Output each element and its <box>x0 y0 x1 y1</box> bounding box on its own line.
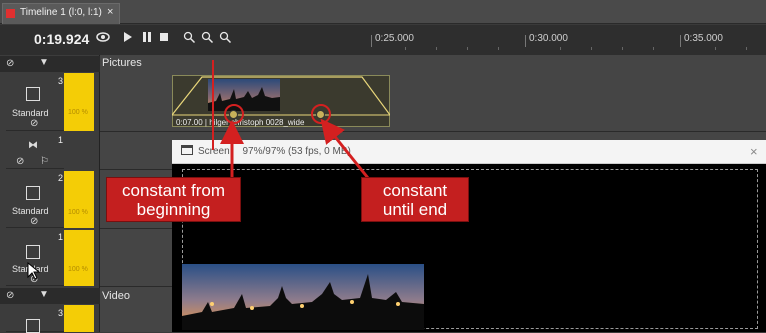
mouse-cursor-icon <box>27 262 41 280</box>
callout-constant-until-end: constant until end <box>361 177 469 222</box>
callout-line: until end <box>382 200 448 219</box>
arrow-to-second-point <box>320 118 370 179</box>
callout-line: constant from <box>122 181 225 200</box>
callout-constant-from-beginning: constant from beginning <box>106 177 241 222</box>
annotation-arrows <box>212 60 370 179</box>
callout-line: constant <box>382 181 448 200</box>
callout-line: beginning <box>136 200 211 219</box>
